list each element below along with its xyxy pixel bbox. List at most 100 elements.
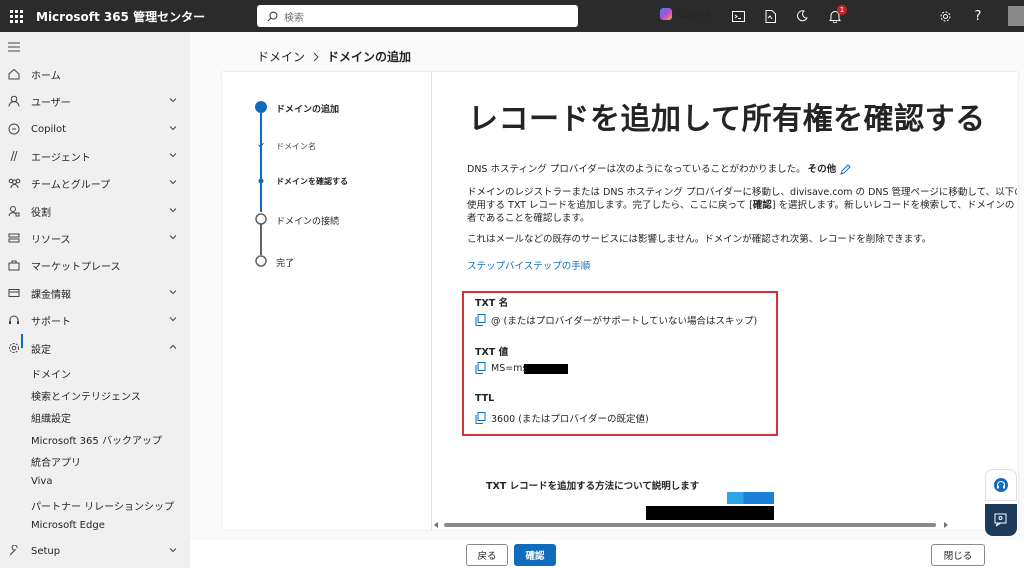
sidebar-item-label: 設定 xyxy=(31,344,51,356)
terminal-icon[interactable] xyxy=(730,8,746,24)
user-icon xyxy=(7,94,21,108)
sidebar-subitem-viva[interactable]: Viva xyxy=(31,476,52,487)
copy-icon[interactable] xyxy=(475,362,486,374)
sidebar-item-billing[interactable]: 課金情報 xyxy=(0,282,190,304)
chevron-down-icon xyxy=(169,153,177,158)
sidebar-item-roles[interactable]: 役割 xyxy=(0,200,190,222)
verify-button[interactable]: 確認 xyxy=(514,544,556,566)
sidebar-subitem-org-settings[interactable]: 組織設定 xyxy=(31,410,71,425)
help-icon[interactable]: ? xyxy=(970,8,986,24)
sidebar-item-teams[interactable]: チームとグループ xyxy=(0,172,190,194)
sidebar-item-label: ユーザー xyxy=(31,97,71,109)
instructions-line-1: ドメインのレジストラーまたは DNS ホスティング プロバイダーに移動し、div… xyxy=(467,187,1017,198)
wrench-icon xyxy=(7,544,21,558)
horizontal-scrollbar[interactable] xyxy=(432,520,1018,530)
sidebar-item-copilot[interactable]: Copilot xyxy=(0,118,190,140)
instructions-verify-word: 確認 xyxy=(752,200,772,211)
step-verify-domain[interactable]: ドメインを確認する xyxy=(276,176,348,187)
sidebar-item-agents[interactable]: エージェント xyxy=(0,145,190,167)
sidebar-item-label: Copilot xyxy=(31,123,67,135)
close-button[interactable]: 閉じる xyxy=(931,544,985,566)
sidebar-item-label: ホーム xyxy=(31,70,61,82)
sidebar-subitem-partners[interactable]: パートナー リレーションシップ xyxy=(31,498,174,513)
intro-text: DNS ホスティング プロバイダーは次のようになっていることがわかりました。 そ… xyxy=(467,163,1024,176)
marketplace-icon xyxy=(7,258,21,272)
ttl-label: TTL xyxy=(475,393,495,404)
sidebar-item-label: チームとグループ xyxy=(31,179,111,191)
step-add-domain[interactable]: ドメインの追加 xyxy=(276,102,339,115)
hamburger-menu-icon[interactable] xyxy=(8,42,20,55)
sidebar-item-resources[interactable]: リソース xyxy=(0,227,190,249)
sidebar-item-settings[interactable]: 設定 xyxy=(0,337,190,359)
feedback-icon xyxy=(994,513,1007,527)
sidebar-subitem-integrated-apps[interactable]: 統合アプリ xyxy=(31,454,81,469)
sidebar-item-setup[interactable]: Setup xyxy=(0,540,190,562)
role-icon xyxy=(7,204,21,218)
intro-other-link[interactable]: その他 xyxy=(808,163,837,176)
copilot-icon xyxy=(7,122,21,136)
copilot-button[interactable]: Copilot xyxy=(660,8,711,20)
sidebar-item-label: エージェント xyxy=(31,152,91,164)
instructions-line-2c: ] を選択します。新しいレコードを検索して、ドメインの xyxy=(771,200,1015,211)
sidebar-subitem-search[interactable]: 検索とインテリジェンス xyxy=(31,388,141,403)
dark-mode-icon[interactable] xyxy=(794,8,810,24)
feedback-float-button[interactable] xyxy=(985,504,1017,536)
avatar[interactable] xyxy=(1008,6,1024,26)
sidebar-item-support[interactable]: サポート xyxy=(0,309,190,331)
copilot-icon xyxy=(660,8,672,20)
sidebar-item-label: Setup xyxy=(31,545,61,557)
step-domain-name[interactable]: ドメイン名 xyxy=(276,141,316,152)
sidebar-item-label: リソース xyxy=(31,234,71,246)
instructions-line-2: 使用する TXT レコードを追加します。完了したら、ここに戻って [確認] を選… xyxy=(467,199,1017,212)
impact-note: これはメールなどの既存のサービスには影響しません。ドメインが確認され次第、レコー… xyxy=(467,234,932,245)
agent-icon xyxy=(7,149,21,163)
back-button[interactable]: 戻る xyxy=(466,544,508,566)
intro-prefix: DNS ホスティング プロバイダーは次のようになっていることがわかりました。 xyxy=(467,164,806,175)
instructions-line-3: 者であることを確認します。 xyxy=(467,213,590,224)
sidebar-item-marketplace[interactable]: マーケットプレース xyxy=(0,254,190,276)
step-by-step-link[interactable]: ステップバイステップの手順 xyxy=(467,260,1024,273)
sidebar-subitem-backup[interactable]: Microsoft 365 バックアップ xyxy=(31,432,162,447)
instructions-line-2a: 使用する TXT レコードを追加します。完了したら、ここに戻って [ xyxy=(467,200,753,211)
chevron-down-icon xyxy=(169,98,177,103)
sidebar-item-label: マーケットプレース xyxy=(31,261,121,273)
breadcrumb: ドメイン ドメインの追加 xyxy=(257,48,411,65)
support-icon xyxy=(7,313,21,327)
chevron-down-icon xyxy=(169,208,177,213)
chevron-down-icon xyxy=(169,180,177,185)
sidebar-item-users[interactable]: ユーザー xyxy=(0,90,190,112)
chevron-down-icon xyxy=(169,548,177,553)
step-finish: 完了 xyxy=(276,259,295,269)
app-title[interactable]: Microsoft 365 管理センター xyxy=(36,8,256,25)
txt-name-label: TXT 名 xyxy=(475,298,509,309)
sidebar-item-label: 課金情報 xyxy=(31,289,71,301)
search-input[interactable]: 検索 xyxy=(257,5,578,27)
redaction-bar-video xyxy=(646,506,774,520)
video-thumbnail-logo[interactable] xyxy=(727,492,774,504)
resource-icon xyxy=(7,231,21,245)
chevron-down-icon xyxy=(169,126,177,131)
sidebar-subitem-edge[interactable]: Microsoft Edge xyxy=(31,520,105,531)
redaction-bar xyxy=(524,364,568,374)
edit-pencil-icon[interactable] xyxy=(840,164,851,175)
headset-icon xyxy=(994,478,1008,492)
txt-name-value: @ (またはプロバイダーがサポートしていない場合はスキップ) xyxy=(491,316,758,327)
wizard-stepper xyxy=(222,72,432,530)
txt-value-value: MS=ms xyxy=(491,362,528,374)
sidebar-item-home[interactable]: ホーム xyxy=(0,63,190,85)
support-float-button[interactable] xyxy=(985,469,1017,501)
app-launcher-icon[interactable] xyxy=(0,0,32,32)
breadcrumb-parent[interactable]: ドメイン xyxy=(257,48,305,65)
gear-icon[interactable] xyxy=(937,8,953,24)
search-icon xyxy=(267,11,278,21)
document-icon[interactable] xyxy=(762,8,778,24)
copy-icon[interactable] xyxy=(475,314,486,326)
txt-value-row: MS=ms xyxy=(475,362,527,374)
copy-icon[interactable] xyxy=(475,412,486,424)
chevron-right-icon xyxy=(313,52,319,61)
footer-bar xyxy=(190,540,1024,568)
page-title: レコードを追加して所有権を確認する xyxy=(468,102,986,137)
sidebar-subitem-domains[interactable]: ドメイン xyxy=(31,366,71,381)
notification-badge: 1 xyxy=(837,5,847,15)
ttl-row: 3600 (またはプロバイダーの既定値) xyxy=(475,411,649,425)
